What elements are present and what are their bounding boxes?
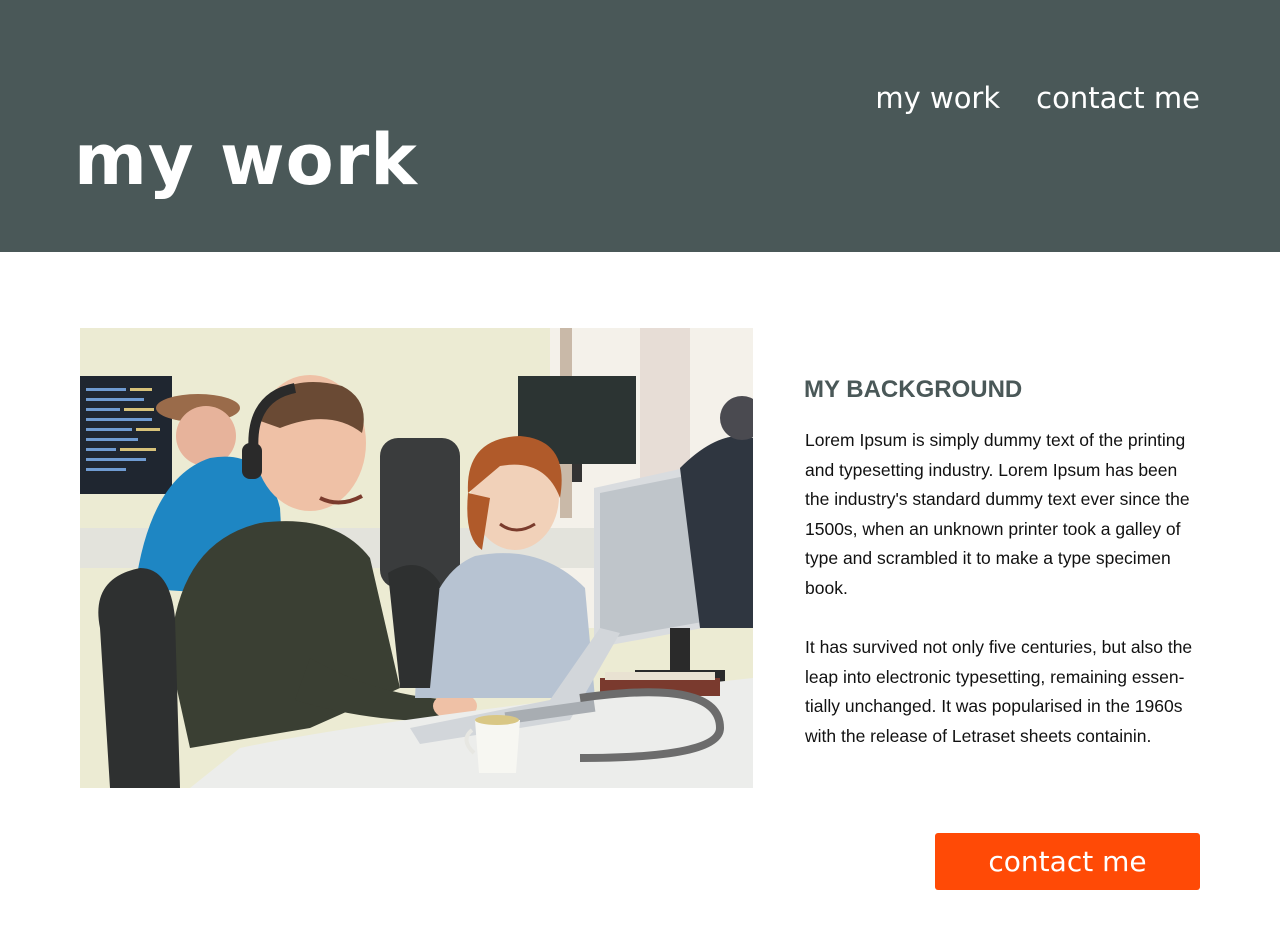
page-header: my work my work contact me — [0, 0, 1280, 252]
nav-link-my-work[interactable]: my work — [875, 78, 1000, 118]
office-photo — [80, 328, 753, 788]
section-heading: MY BACKGROUND — [804, 376, 1023, 403]
background-paragraph-1: Lorem Ipsum is simply dummy text of the … — [805, 430, 1190, 598]
contact-me-button[interactable]: contact me — [935, 833, 1200, 890]
nav-link-contact-me[interactable]: contact me — [1036, 78, 1200, 118]
office-illustration — [80, 328, 753, 788]
background-paragraph-2: It has survived not only five centuries,… — [805, 637, 1193, 746]
top-nav: my work contact me — [875, 78, 1200, 118]
page-title: my work — [74, 119, 418, 201]
